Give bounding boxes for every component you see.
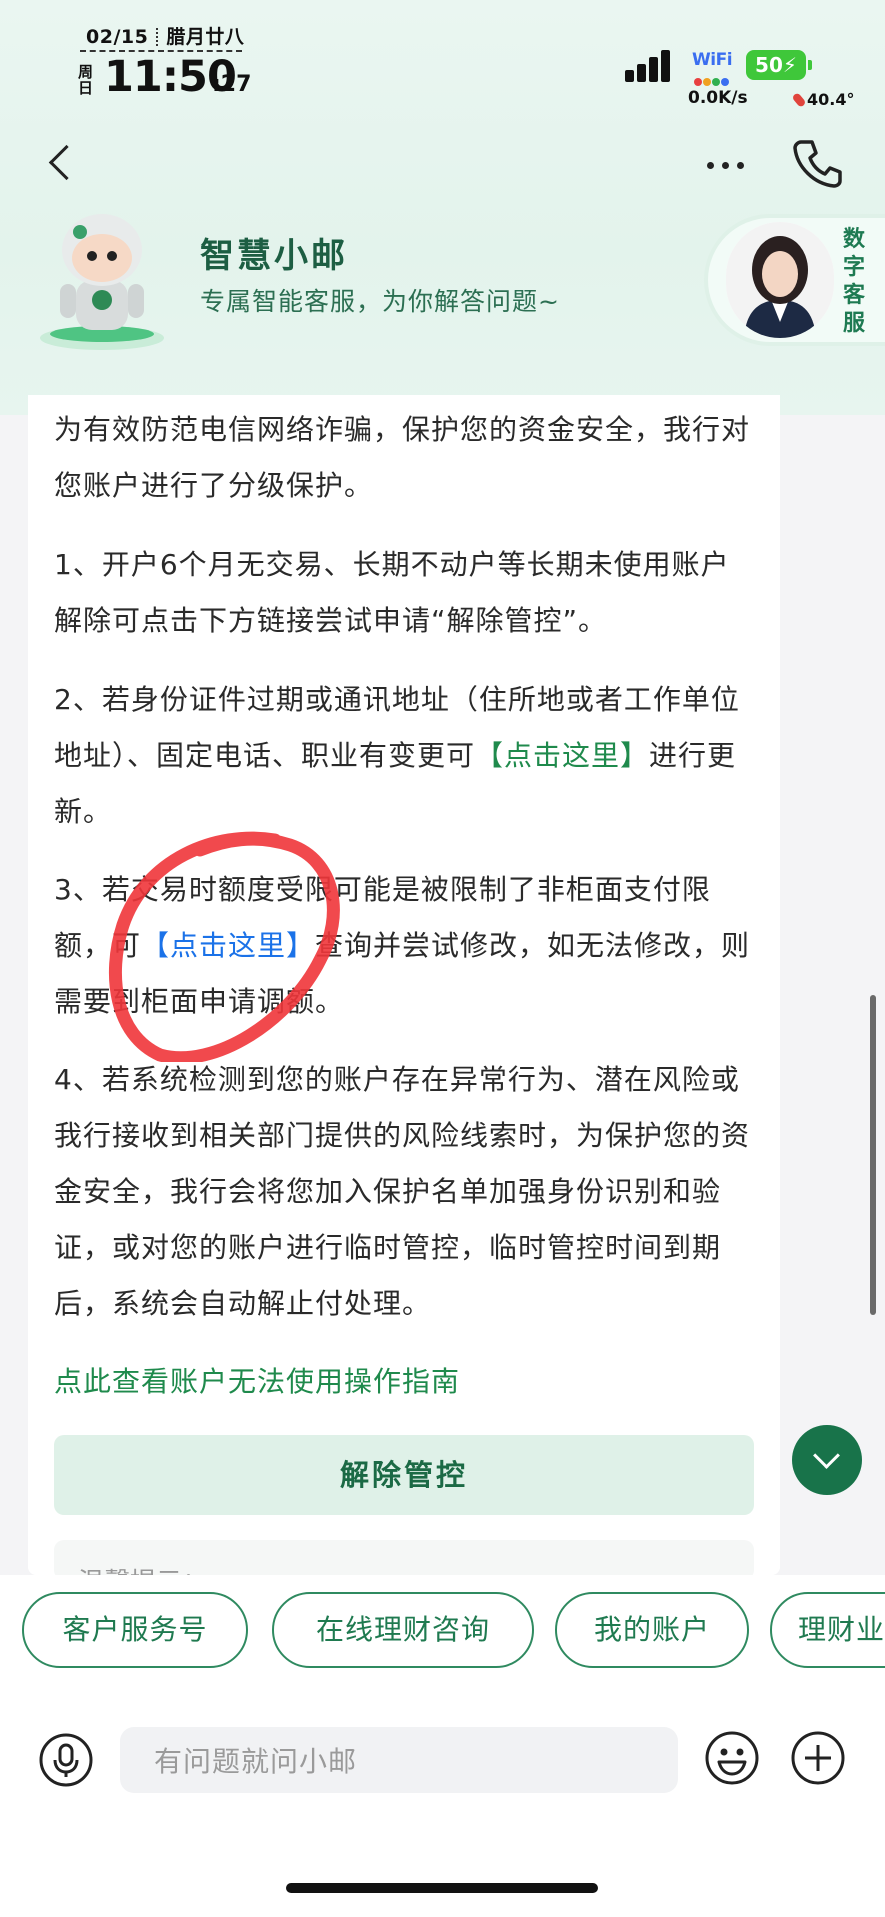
robot-avatar — [22, 198, 182, 358]
message-intro: 为有效防范电信网络诈骗，保护您的资金安全，我行对您账户进行了分级保护。 — [54, 413, 751, 502]
microphone-icon[interactable] — [38, 1732, 94, 1788]
digital-service-label[interactable]: 数字客服 — [838, 226, 870, 338]
chip-my-account[interactable]: 我的账户 — [555, 1592, 749, 1668]
signal-icon — [625, 48, 681, 82]
account-guide-link[interactable]: 点此查看账户无法使用操作指南 — [54, 1360, 460, 1400]
tip-card: 温馨提示： — [54, 1540, 754, 1580]
status-weekday: 周日 — [78, 63, 94, 97]
battery-icon: 50⚡ — [746, 50, 806, 80]
home-indicator[interactable] — [286, 1883, 598, 1893]
message-input[interactable] — [152, 1727, 676, 1795]
chip-customer-service[interactable]: 客户服务号 — [22, 1592, 248, 1668]
plus-icon[interactable] — [790, 1730, 846, 1786]
chip-wealth-business[interactable]: 理财业务 — [770, 1592, 885, 1668]
message-item-4: 4、若系统检测到您的账户存在异常行为、潜在风险或我行接收到相关部门提供的风险线索… — [54, 1063, 751, 1320]
scroll-down-button[interactable] — [792, 1425, 862, 1495]
message-item-1: 1、开户6个月无交易、长期不动户等长期未使用账户解除可点击下方链接尝试申请“解除… — [54, 548, 730, 637]
temperature: 40.4° — [791, 90, 854, 109]
update-info-link[interactable]: 【点击这里】 — [475, 739, 649, 772]
battery-tip — [808, 60, 812, 70]
wifi-icon: WiFi — [692, 50, 736, 86]
status-seconds: :27 — [212, 72, 252, 97]
more-icon[interactable] — [705, 155, 749, 175]
emoji-icon[interactable] — [704, 1730, 760, 1786]
annotation-circle — [105, 830, 350, 1065]
scrollbar[interactable] — [870, 995, 876, 1315]
message-item-2: 2、若身份证件过期或通讯地址（住所地或者工作单位地址）、固定电话、职业有变更可【… — [54, 683, 740, 828]
bot-description: 专属智能客服，为你解答问题~ — [200, 287, 560, 316]
agent-avatar[interactable] — [726, 222, 834, 338]
chip-wealth-consult[interactable]: 在线理财咨询 — [272, 1592, 534, 1668]
release-control-button[interactable]: 解除管控 — [54, 1435, 754, 1515]
back-button[interactable] — [42, 140, 82, 190]
bot-name: 智慧小邮 — [200, 236, 348, 276]
message-input-box[interactable] — [120, 1727, 678, 1795]
status-date: 02/15 腊月廿八 — [86, 26, 245, 48]
net-speed: 0.0K/s — [688, 88, 748, 108]
phone-icon[interactable] — [790, 136, 844, 190]
quick-reply-bar: 客户服务号 在线理财咨询 我的账户 理财业务 — [22, 1592, 885, 1668]
